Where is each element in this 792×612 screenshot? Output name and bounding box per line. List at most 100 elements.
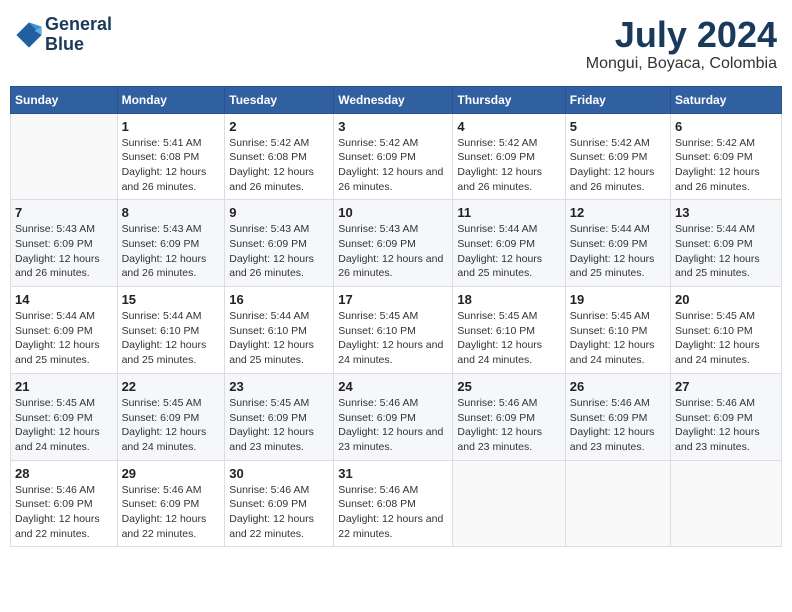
calendar-cell: 24 Sunrise: 5:46 AMSunset: 6:09 PMDayligh…	[334, 373, 453, 460]
calendar-cell: 17 Sunrise: 5:45 AMSunset: 6:10 PMDayligh…	[334, 287, 453, 374]
day-info: Sunrise: 5:46 AMSunset: 6:09 PMDaylight:…	[570, 396, 666, 455]
day-of-week-header: Wednesday	[334, 86, 453, 113]
day-info: Sunrise: 5:46 AMSunset: 6:09 PMDaylight:…	[338, 396, 448, 455]
day-info: Sunrise: 5:45 AMSunset: 6:10 PMDaylight:…	[675, 309, 777, 368]
day-number: 18	[457, 292, 560, 307]
day-number: 6	[675, 119, 777, 134]
day-info: Sunrise: 5:42 AMSunset: 6:09 PMDaylight:…	[457, 136, 560, 195]
day-info: Sunrise: 5:43 AMSunset: 6:09 PMDaylight:…	[15, 222, 113, 281]
day-info: Sunrise: 5:44 AMSunset: 6:09 PMDaylight:…	[457, 222, 560, 281]
calendar-cell: 19 Sunrise: 5:45 AMSunset: 6:10 PMDayligh…	[565, 287, 670, 374]
day-number: 2	[229, 119, 329, 134]
day-info: Sunrise: 5:46 AMSunset: 6:09 PMDaylight:…	[675, 396, 777, 455]
day-info: Sunrise: 5:44 AMSunset: 6:10 PMDaylight:…	[122, 309, 221, 368]
calendar-cell	[11, 113, 118, 200]
day-number: 12	[570, 205, 666, 220]
day-info: Sunrise: 5:44 AMSunset: 6:09 PMDaylight:…	[675, 222, 777, 281]
calendar-cell: 3Sunrise: 5:42 AMSunset: 6:09 PMDaylight…	[334, 113, 453, 200]
day-number: 28	[15, 466, 113, 481]
day-info: Sunrise: 5:43 AMSunset: 6:09 PMDaylight:…	[338, 222, 448, 281]
day-number: 25	[457, 379, 560, 394]
day-number: 5	[570, 119, 666, 134]
calendar-cell: 6 Sunrise: 5:42 AMSunset: 6:09 PMDaylight…	[671, 113, 782, 200]
calendar-week-row: 28 Sunrise: 5:46 AMSunset: 6:09 PMDayligh…	[11, 460, 782, 547]
day-number: 30	[229, 466, 329, 481]
day-info: Sunrise: 5:43 AMSunset: 6:09 PMDaylight:…	[122, 222, 221, 281]
calendar-cell: 1Sunrise: 5:41 AMSunset: 6:08 PMDaylight…	[117, 113, 225, 200]
calendar-week-row: 14 Sunrise: 5:44 AMSunset: 6:09 PMDayligh…	[11, 287, 782, 374]
calendar-cell: 27 Sunrise: 5:46 AMSunset: 6:09 PMDayligh…	[671, 373, 782, 460]
day-number: 14	[15, 292, 113, 307]
day-number: 29	[122, 466, 221, 481]
day-number: 21	[15, 379, 113, 394]
day-info: Sunrise: 5:45 AMSunset: 6:09 PMDaylight:…	[122, 396, 221, 455]
calendar-cell: 31 Sunrise: 5:46 AMSunset: 6:08 PMDayligh…	[334, 460, 453, 547]
day-number: 22	[122, 379, 221, 394]
day-of-week-header: Sunday	[11, 86, 118, 113]
calendar-cell: 5Sunrise: 5:42 AMSunset: 6:09 PMDaylight…	[565, 113, 670, 200]
calendar-week-row: 21 Sunrise: 5:45 AMSunset: 6:09 PMDayligh…	[11, 373, 782, 460]
calendar-cell: 25 Sunrise: 5:46 AMSunset: 6:09 PMDayligh…	[453, 373, 565, 460]
day-of-week-header: Tuesday	[225, 86, 334, 113]
title-block: July 2024 Mongui, Boyaca, Colombia	[586, 15, 777, 73]
logo-line2: Blue	[45, 35, 112, 55]
day-number: 19	[570, 292, 666, 307]
calendar-cell: 13 Sunrise: 5:44 AMSunset: 6:09 PMDayligh…	[671, 200, 782, 287]
page-header: General Blue July 2024 Mongui, Boyaca, C…	[10, 10, 782, 78]
day-info: Sunrise: 5:46 AMSunset: 6:09 PMDaylight:…	[457, 396, 560, 455]
day-info: Sunrise: 5:46 AMSunset: 6:08 PMDaylight:…	[338, 483, 448, 542]
calendar-cell: 2 Sunrise: 5:42 AMSunset: 6:08 PMDaylight…	[225, 113, 334, 200]
day-info: Sunrise: 5:45 AMSunset: 6:10 PMDaylight:…	[457, 309, 560, 368]
day-number: 17	[338, 292, 448, 307]
day-number: 9	[229, 205, 329, 220]
calendar-cell: 26 Sunrise: 5:46 AMSunset: 6:09 PMDayligh…	[565, 373, 670, 460]
day-number: 27	[675, 379, 777, 394]
day-number: 13	[675, 205, 777, 220]
day-of-week-header: Monday	[117, 86, 225, 113]
day-info: Sunrise: 5:42 AMSunset: 6:09 PMDaylight:…	[338, 136, 448, 195]
calendar-cell: 12Sunrise: 5:44 AMSunset: 6:09 PMDayligh…	[565, 200, 670, 287]
calendar-cell: 8 Sunrise: 5:43 AMSunset: 6:09 PMDaylight…	[117, 200, 225, 287]
day-of-week-header: Thursday	[453, 86, 565, 113]
calendar-cell: 29 Sunrise: 5:46 AMSunset: 6:09 PMDayligh…	[117, 460, 225, 547]
day-info: Sunrise: 5:45 AMSunset: 6:10 PMDaylight:…	[570, 309, 666, 368]
calendar-cell	[565, 460, 670, 547]
day-info: Sunrise: 5:42 AMSunset: 6:09 PMDaylight:…	[675, 136, 777, 195]
calendar-cell: 28Sunrise: 5:46 AMSunset: 6:09 PMDayligh…	[11, 460, 118, 547]
day-of-week-header: Saturday	[671, 86, 782, 113]
calendar-cell	[453, 460, 565, 547]
calendar-cell: 9Sunrise: 5:43 AMSunset: 6:09 PMDaylight…	[225, 200, 334, 287]
day-info: Sunrise: 5:46 AMSunset: 6:09 PMDaylight:…	[229, 483, 329, 542]
day-info: Sunrise: 5:45 AMSunset: 6:10 PMDaylight:…	[338, 309, 448, 368]
calendar-cell: 10 Sunrise: 5:43 AMSunset: 6:09 PMDayligh…	[334, 200, 453, 287]
day-number: 7	[15, 205, 113, 220]
day-number: 23	[229, 379, 329, 394]
calendar-cell: 15 Sunrise: 5:44 AMSunset: 6:10 PMDayligh…	[117, 287, 225, 374]
calendar-week-row: 7 Sunrise: 5:43 AMSunset: 6:09 PMDaylight…	[11, 200, 782, 287]
calendar-cell: 14 Sunrise: 5:44 AMSunset: 6:09 PMDayligh…	[11, 287, 118, 374]
day-number: 8	[122, 205, 221, 220]
calendar-cell: 20 Sunrise: 5:45 AMSunset: 6:10 PMDayligh…	[671, 287, 782, 374]
day-number: 26	[570, 379, 666, 394]
logo: General Blue	[15, 15, 112, 55]
day-number: 16	[229, 292, 329, 307]
day-number: 31	[338, 466, 448, 481]
day-number: 24	[338, 379, 448, 394]
day-number: 20	[675, 292, 777, 307]
day-info: Sunrise: 5:44 AMSunset: 6:09 PMDaylight:…	[15, 309, 113, 368]
calendar-cell: 22 Sunrise: 5:45 AMSunset: 6:09 PMDayligh…	[117, 373, 225, 460]
day-info: Sunrise: 5:42 AMSunset: 6:08 PMDaylight:…	[229, 136, 329, 195]
day-number: 15	[122, 292, 221, 307]
day-info: Sunrise: 5:45 AMSunset: 6:09 PMDaylight:…	[229, 396, 329, 455]
logo-line1: General	[45, 15, 112, 35]
calendar-week-row: 1Sunrise: 5:41 AMSunset: 6:08 PMDaylight…	[11, 113, 782, 200]
calendar-cell: 7 Sunrise: 5:43 AMSunset: 6:09 PMDaylight…	[11, 200, 118, 287]
calendar-cell: 23 Sunrise: 5:45 AMSunset: 6:09 PMDayligh…	[225, 373, 334, 460]
month-year: July 2024	[586, 15, 777, 55]
day-info: Sunrise: 5:46 AMSunset: 6:09 PMDaylight:…	[122, 483, 221, 542]
calendar-table: SundayMondayTuesdayWednesdayThursdayFrid…	[10, 86, 782, 548]
logo-icon	[15, 21, 43, 49]
calendar-cell: 16Sunrise: 5:44 AMSunset: 6:10 PMDayligh…	[225, 287, 334, 374]
day-info: Sunrise: 5:45 AMSunset: 6:09 PMDaylight:…	[15, 396, 113, 455]
day-number: 10	[338, 205, 448, 220]
